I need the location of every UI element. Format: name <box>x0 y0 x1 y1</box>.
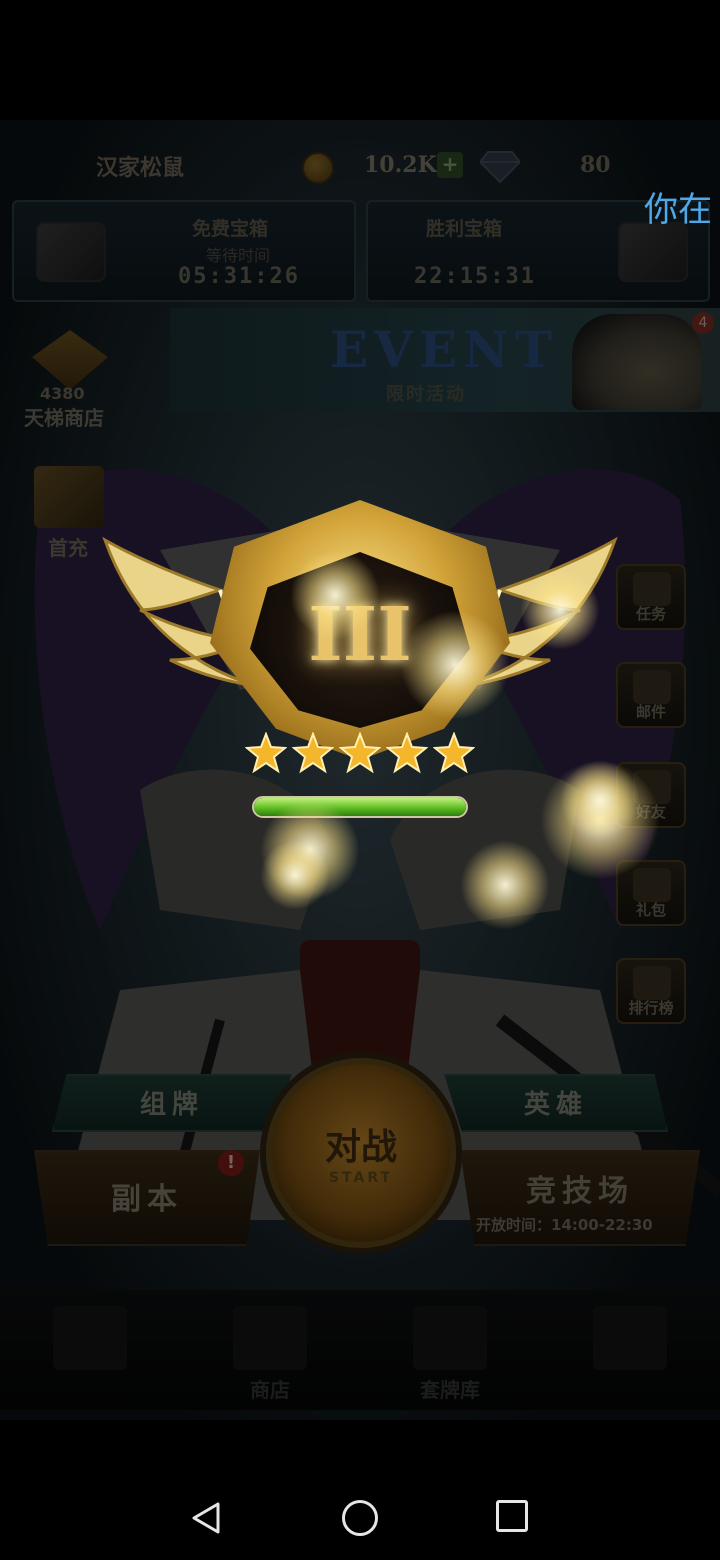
back-icon[interactable] <box>188 1500 224 1536</box>
event-title: EVENT <box>330 320 558 379</box>
ladder-shop-label: 天梯商店 <box>24 406 104 430</box>
star-icon <box>339 732 381 774</box>
mail-icon <box>633 670 671 704</box>
bottom-navigation: 商店 套牌库 <box>0 1290 720 1410</box>
battle-start-button[interactable]: 对战 START <box>266 1058 456 1248</box>
arena-open-time: 开放时间：14:00-22:30 <box>476 1216 653 1234</box>
free-chest-icon <box>36 222 106 282</box>
mail-label: 邮件 <box>635 703 666 721</box>
victory-chest-timer: 22:15:31 <box>414 264 536 289</box>
system-navigation-bar <box>0 1470 720 1560</box>
sparkle-effect <box>400 610 510 720</box>
free-chest-timer: 05:31:26 <box>178 264 300 289</box>
rank-stars <box>245 732 475 774</box>
sparkle-effect <box>520 570 600 650</box>
dungeon-alert-icon: ! <box>218 1150 244 1176</box>
nav-shop-label: 商店 <box>250 1378 290 1402</box>
diamond-icon <box>480 151 520 184</box>
husky-dog-image <box>572 314 702 410</box>
victory-chest-icon <box>618 222 688 282</box>
arena-label: 竞技场 <box>526 1174 634 1209</box>
cards-icon <box>413 1306 487 1370</box>
ladder-emblem-icon <box>32 330 108 390</box>
battle-label: 对战 <box>324 1126 397 1168</box>
player-name[interactable]: 汉家松鼠 <box>96 150 184 182</box>
hero-button[interactable]: 英雄 <box>444 1074 668 1132</box>
sparkle-effect <box>290 550 380 640</box>
deck-button[interactable]: 组牌 <box>52 1074 292 1132</box>
victory-chest-title: 胜利宝箱 <box>426 218 503 240</box>
sparkle-effect <box>560 760 640 840</box>
recent-apps-icon[interactable] <box>496 1500 528 1532</box>
nav-card-library-label: 套牌库 <box>420 1378 480 1402</box>
gift-pack-label: 礼包 <box>635 901 666 919</box>
nav-shop[interactable]: 商店 <box>180 1290 360 1410</box>
coin-count: 10.2K <box>364 152 437 178</box>
free-chest-subtitle: 等待时间 <box>206 246 271 265</box>
first-recharge-gift-icon[interactable] <box>34 466 104 528</box>
home-icon[interactable] <box>342 1500 378 1536</box>
tasks-button[interactable]: 任务 <box>616 564 686 630</box>
first-recharge-label: 首充 <box>48 536 88 560</box>
nav-extra[interactable] <box>540 1290 720 1410</box>
nav-card-library[interactable]: 套牌库 <box>360 1290 540 1410</box>
game-screen: 汉家松鼠 10.2K + 80 免费宝箱 等待时间 05:31:26 胜利宝箱 … <box>0 120 720 1420</box>
leaderboard-label: 排行榜 <box>628 999 674 1017</box>
tasks-label: 任务 <box>635 605 666 623</box>
blank-icon <box>593 1306 667 1370</box>
battle-start-label: START <box>328 1170 394 1186</box>
star-icon <box>433 732 475 774</box>
star-icon <box>245 732 287 774</box>
arena-button[interactable]: 竞技场 开放时间：14:00-22:30 <box>460 1150 700 1246</box>
event-subtitle: 限时活动 <box>386 384 466 405</box>
gold-coin-icon <box>302 152 334 184</box>
task-icon <box>633 572 671 606</box>
gem-count: 80 <box>580 152 611 178</box>
event-banner[interactable]: EVENT 限时活动 4 <box>170 308 720 412</box>
scales-icon <box>233 1306 307 1370</box>
trophy-icon <box>633 966 671 1000</box>
sparkle-effect <box>460 840 550 930</box>
ladder-points: 4380 <box>40 384 85 403</box>
star-icon <box>386 732 428 774</box>
free-chest-panel[interactable]: 免费宝箱 等待时间 05:31:26 <box>12 200 356 302</box>
nav-battle[interactable] <box>0 1290 180 1410</box>
notice-text: 你在 <box>644 190 712 230</box>
add-coins-button[interactable]: + <box>437 152 463 178</box>
battle-swords-icon <box>53 1306 127 1370</box>
event-badge: 4 <box>692 312 714 334</box>
sparkle-effect <box>260 840 330 910</box>
free-chest-title: 免费宝箱 <box>192 218 269 240</box>
star-icon <box>292 732 334 774</box>
mail-button[interactable]: 邮件 <box>616 662 686 728</box>
gift-pack-icon <box>633 868 671 902</box>
rank-badge: III <box>100 500 660 900</box>
top-bar: 汉家松鼠 10.2K + 80 <box>0 140 720 190</box>
leaderboard-button[interactable]: 排行榜 <box>616 958 686 1024</box>
